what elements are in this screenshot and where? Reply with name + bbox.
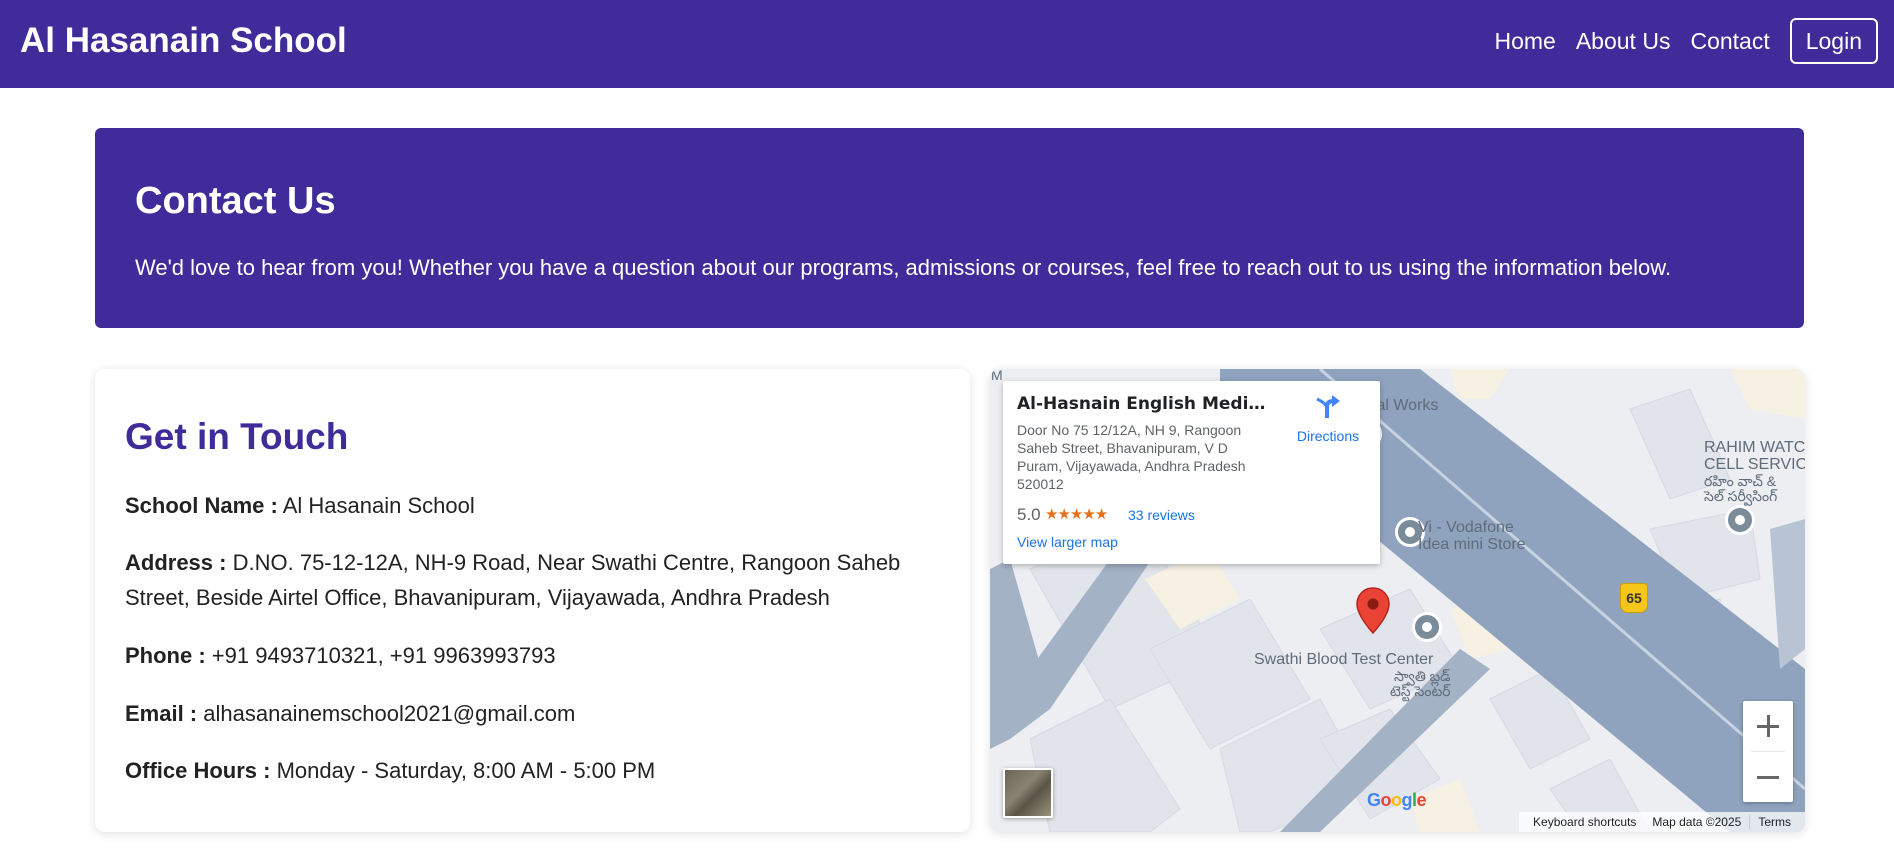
plus-icon-vertical xyxy=(1767,715,1770,737)
embedded-map[interactable]: M llah nical Works Vi - Vodafone Idea mi… xyxy=(990,369,1805,832)
hero-description: We'd love to hear from you! Whether you … xyxy=(135,255,1672,280)
directions-button[interactable]: Directions xyxy=(1288,393,1368,444)
phone-value: +91 9493710321, +91 9963993793 xyxy=(211,643,556,668)
nav-link-contact[interactable]: Contact xyxy=(1690,18,1769,64)
map-label-swathi: Swathi Blood Test Center xyxy=(1254,651,1434,668)
school-name-row: School Name : Al Hasanain School xyxy=(125,488,935,523)
map-label-vodafone-1: Vi - Vodafone xyxy=(1418,519,1514,536)
map-label-rahim-1: RAHIM WATC xyxy=(1704,439,1805,456)
highway-shield-icon: 65 xyxy=(1620,583,1648,613)
map-data-text: Map data ©2025 xyxy=(1652,815,1742,829)
address-value: D.NO. 75-12-12A, NH-9 Road, Near Swathi … xyxy=(125,550,901,610)
card-title: Get in Touch xyxy=(125,416,349,457)
place-rating: 5.0 xyxy=(1017,505,1041,524)
address-label: Address : xyxy=(125,550,227,575)
phone-row: Phone : +91 9493710321, +91 9963993793 xyxy=(125,638,935,673)
school-name-value: Al Hasanain School xyxy=(282,493,475,518)
directions-icon xyxy=(1316,395,1340,418)
email-row: Email : alhasanainemschool2021@gmail.com xyxy=(125,696,935,731)
nav-links: Home About Us Contact Login xyxy=(1494,18,1878,64)
contact-hero: Contact Us We'd love to hear from you! W… xyxy=(95,128,1804,328)
nav-link-home[interactable]: Home xyxy=(1494,18,1555,64)
map-footer: Keyboard shortcuts Map data ©2025 Terms xyxy=(1519,812,1805,832)
terms-link[interactable]: Terms xyxy=(1750,815,1799,829)
school-name-label: School Name : xyxy=(125,493,278,518)
rating-stars-icon: ★★★★★ xyxy=(1045,506,1108,523)
office-hours-value: Monday - Saturday, 8:00 AM - 5:00 PM xyxy=(276,758,656,783)
hero-title: Contact Us xyxy=(135,180,336,222)
office-hours-label: Office Hours : xyxy=(125,758,271,783)
email-label: Email : xyxy=(125,701,198,726)
rahim-poi-icon[interactable] xyxy=(1725,505,1755,535)
map-label-rahim-2: CELL SERVIC xyxy=(1704,456,1805,473)
map-corner-label: M xyxy=(991,369,1003,383)
phone-label: Phone : xyxy=(125,643,206,668)
contact-card: Get in Touch School Name : Al Hasanain S… xyxy=(95,369,970,832)
zoom-controls xyxy=(1743,701,1793,802)
map-info-window: Al-Hasnain English Medium S... Door No 7… xyxy=(1003,381,1380,564)
nav-link-about-us[interactable]: About Us xyxy=(1576,18,1671,64)
place-address: Door No 75 12/12A, NH 9, Rangoon Saheb S… xyxy=(1017,422,1246,492)
swathi-poi-icon[interactable] xyxy=(1412,612,1442,642)
zoom-out-button[interactable] xyxy=(1743,752,1793,802)
satellite-view-toggle[interactable] xyxy=(1003,768,1053,818)
location-pin-icon[interactable] xyxy=(1355,587,1391,635)
navbar: Al Hasanain School Home About Us Contact… xyxy=(0,0,1894,88)
map-label-vodafone-2: Idea mini Store xyxy=(1418,536,1526,553)
login-button[interactable]: Login xyxy=(1789,18,1878,64)
office-hours-row: Office Hours : Monday - Saturday, 8:00 A… xyxy=(125,753,935,788)
map-label-rahim-te-2: సెల్ సర్వీసింగ్ xyxy=(1704,488,1778,504)
map-label-swathi-te-2: టెస్ట్ సెంటర్ xyxy=(1390,683,1451,699)
place-name: Al-Hasnain English Medium S... xyxy=(1017,394,1267,414)
site-brand[interactable]: Al Hasanain School xyxy=(20,20,347,62)
zoom-in-button[interactable] xyxy=(1743,701,1793,751)
keyboard-shortcuts-link[interactable]: Keyboard shortcuts xyxy=(1525,815,1644,829)
google-logo: Google xyxy=(1367,790,1427,810)
email-value: alhasanainemschool2021@gmail.com xyxy=(203,701,576,726)
directions-label: Directions xyxy=(1296,428,1360,444)
address-row: Address : D.NO. 75-12-12A, NH-9 Road, Ne… xyxy=(125,545,935,615)
reviews-link[interactable]: 33 reviews xyxy=(1128,507,1195,523)
view-larger-map-link[interactable]: View larger map xyxy=(1017,534,1118,550)
minus-icon xyxy=(1757,776,1779,779)
